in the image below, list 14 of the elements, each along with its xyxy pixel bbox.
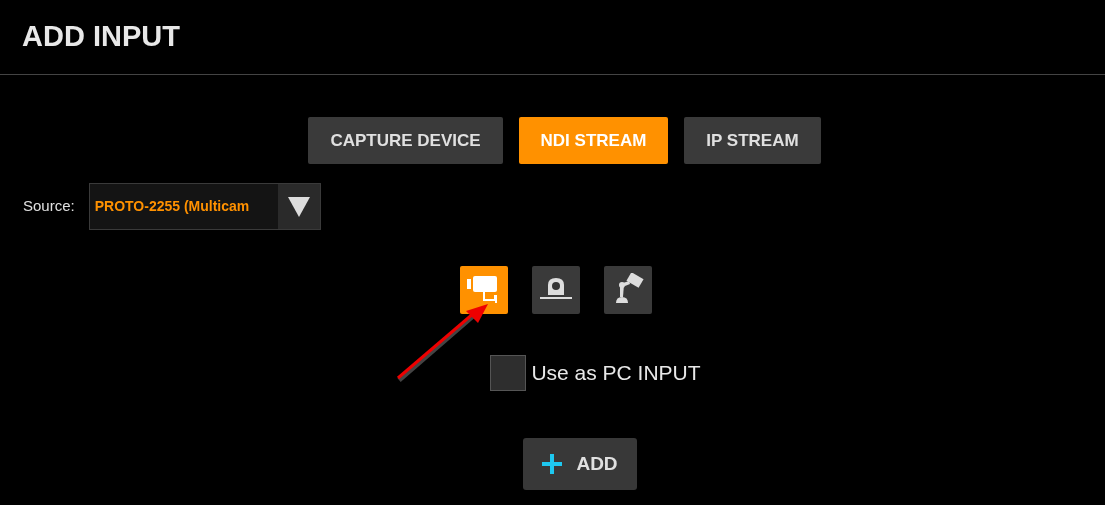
device-type-button[interactable] xyxy=(603,266,652,314)
add-button[interactable]: ADD xyxy=(523,438,637,490)
device-type-button[interactable] xyxy=(531,266,580,314)
pc-input-label: Use as PC INPUT xyxy=(531,360,701,387)
source-dropdown[interactable]: PROTO-2255 (Multicam xyxy=(88,183,321,230)
source-value: PROTO-2255 (Multicam xyxy=(93,197,251,216)
source-label: Source: xyxy=(23,196,75,217)
pc-input-checkbox[interactable] xyxy=(490,355,527,391)
device-type-button[interactable] xyxy=(459,266,508,314)
source-type-tab[interactable]: IP STREAM xyxy=(684,117,821,164)
plus-icon xyxy=(542,454,563,474)
dialog-title: ADD INPUT xyxy=(22,19,180,55)
source-type-tab[interactable]: CAPTURE DEVICE xyxy=(308,117,503,164)
dropdown-arrow-icon xyxy=(287,196,310,217)
